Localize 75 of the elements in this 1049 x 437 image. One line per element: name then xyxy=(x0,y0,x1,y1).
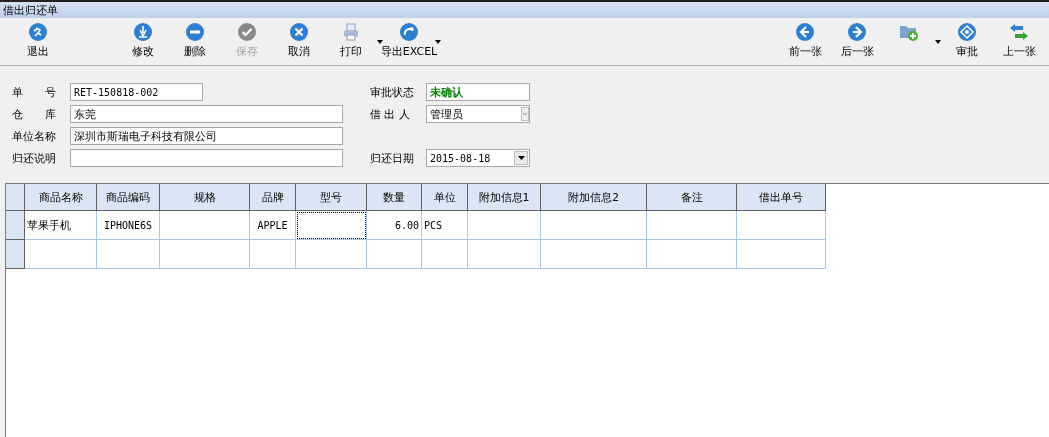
column-header[interactable]: 商品编码 xyxy=(96,184,160,211)
input-field[interactable]: RET-150818-002 xyxy=(70,83,203,101)
dropdown-field[interactable]: 2015-08-18 xyxy=(426,149,530,167)
field-label: 归还日期 xyxy=(370,150,415,166)
minus-icon xyxy=(185,22,205,42)
dropdown-button[interactable] xyxy=(514,151,528,165)
caret-icon[interactable] xyxy=(435,40,441,44)
toolbar-button[interactable]: 修改 xyxy=(117,18,169,65)
table-cell[interactable] xyxy=(467,239,541,269)
column-header[interactable]: 商品名称 xyxy=(24,184,97,211)
column-header[interactable]: 数量 xyxy=(366,184,422,211)
table-cell[interactable]: APPLE xyxy=(249,210,296,240)
toolbar-button[interactable]: 上一张 xyxy=(993,18,1045,65)
toolbar-button[interactable]: 取消 xyxy=(273,18,325,65)
field-label: 归还说明 xyxy=(12,150,57,166)
table-cell[interactable] xyxy=(24,239,97,269)
column-header[interactable]: 附加信息1 xyxy=(467,184,541,211)
table-cell[interactable]: PCS xyxy=(421,210,468,240)
toolbar-button[interactable]: 退出 xyxy=(12,18,64,65)
table-cell[interactable] xyxy=(295,210,367,240)
table-cell[interactable] xyxy=(467,210,541,240)
field-label: 仓 库 xyxy=(12,106,57,122)
table-cell[interactable] xyxy=(96,239,160,269)
column-header[interactable]: 型号 xyxy=(295,184,367,211)
table-cell[interactable] xyxy=(159,239,250,269)
table-cell[interactable] xyxy=(646,239,737,269)
window-title: 借出归还单 xyxy=(3,2,58,18)
field-label: 借 出 人 xyxy=(370,106,411,122)
caret-icon[interactable] xyxy=(935,40,941,44)
field-label: 单 号 xyxy=(12,84,57,100)
table-cell[interactable] xyxy=(736,239,826,269)
close-icon xyxy=(289,22,309,42)
corner-header xyxy=(6,184,25,211)
row-header[interactable] xyxy=(6,239,25,269)
toolbar-button[interactable]: 后一张 xyxy=(831,18,883,65)
toolbar-button[interactable]: 导出EXCEL xyxy=(383,18,435,65)
caret-icon xyxy=(517,156,525,160)
dropdown-field[interactable]: 管理员 xyxy=(426,105,530,123)
column-header[interactable]: 借出单号 xyxy=(736,184,826,211)
printer-icon xyxy=(341,22,361,42)
table-cell[interactable] xyxy=(295,239,367,269)
field-label: 审批状态 xyxy=(370,84,415,100)
input-field[interactable]: 未确认 xyxy=(426,83,530,101)
toolbar-button[interactable]: 审批 xyxy=(941,18,993,65)
table-cell[interactable] xyxy=(646,210,737,240)
column-header[interactable]: 品牌 xyxy=(249,184,296,211)
input-field[interactable]: 深圳市斯瑞电子科技有限公司 xyxy=(70,127,343,145)
table-cell[interactable] xyxy=(421,239,468,269)
row-header[interactable] xyxy=(6,210,25,240)
toolbar-button[interactable]: 前一张 xyxy=(779,18,831,65)
swap-arrows-icon xyxy=(1009,22,1029,42)
table-cell[interactable] xyxy=(540,239,647,269)
column-header[interactable]: 规格 xyxy=(159,184,250,211)
toolbar-button[interactable]: 删除 xyxy=(169,18,221,65)
diamond-circle-icon xyxy=(957,22,977,42)
table-cell[interactable] xyxy=(540,210,647,240)
table-cell[interactable]: 苹果手机 xyxy=(24,210,97,240)
toolbar-button[interactable]: 打印 xyxy=(325,18,377,65)
input-field[interactable]: 东莞 xyxy=(70,105,343,123)
table-cell[interactable] xyxy=(159,210,250,240)
field-label: 单位名称 xyxy=(12,128,57,144)
column-header[interactable]: 附加信息2 xyxy=(540,184,647,211)
pen-icon xyxy=(133,22,153,42)
column-header[interactable]: 备注 xyxy=(646,184,737,211)
input-field[interactable] xyxy=(70,149,343,167)
check-icon xyxy=(237,22,257,42)
table-cell[interactable] xyxy=(736,210,826,240)
arrow-circle-icon xyxy=(399,22,419,42)
table-cell[interactable] xyxy=(366,239,422,269)
caret-icon[interactable] xyxy=(377,40,383,44)
column-header[interactable]: 单位 xyxy=(421,184,468,211)
table-cell[interactable]: IPHONE6S xyxy=(96,210,160,240)
table-cell[interactable] xyxy=(249,239,296,269)
table-cell[interactable]: 6.00 xyxy=(366,210,422,240)
running-figure-icon xyxy=(28,22,48,42)
